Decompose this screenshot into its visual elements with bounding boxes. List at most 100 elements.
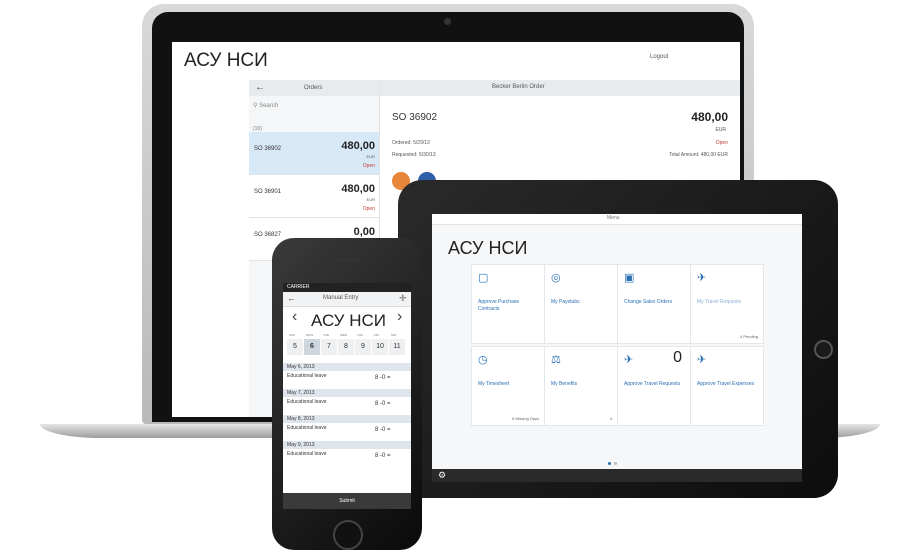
tile-my-timesheet[interactable]: ◷ My Timesheet 6 Missing Days [471,346,545,426]
tile-approve-travel-expenses[interactable]: ✈ Approve Travel Expenses [690,346,764,426]
tile-label: My Travel Requests [697,299,742,305]
entry-value: 8 -0 = [375,375,391,381]
tile-change-sales-orders[interactable]: ▣ Change Sales Orders [617,264,691,344]
phone-header: ← Manual Entry ✛ [283,292,411,307]
phone-camera [344,247,348,251]
date-cell[interactable]: 7 [321,339,337,355]
detail-currency: EUR [715,127,726,133]
tablet-app-title: АСУ НСИ [448,238,528,258]
next-week-icon[interactable]: › [397,308,402,326]
tile-label: My Benefits [551,381,578,387]
tile-label: Approve Travel Expenses [697,381,754,387]
detail-amount: 480,00 [691,110,728,124]
tile-my-travel-requests[interactable]: ✈ My Travel Requests 4 Pending [690,264,764,344]
plane-icon: ✈ [624,354,634,366]
contract-icon: ▢ [478,272,489,284]
order-id: SO 36827 [254,232,282,238]
detail-requested-date: Requested: 5/30/13 [392,152,436,158]
benefits-icon: ⚖ [551,354,561,366]
entry-date: May 9, 2013 [283,441,411,449]
entry-label: Educational leave [287,373,327,379]
tile-approve-purchase-contracts[interactable]: ▢ Approve Purchase Contracts [471,264,545,344]
order-id: SO 36901 [254,189,282,195]
detail-header: Becker Berlin Order [380,80,740,96]
logout-link[interactable]: Logout [650,54,668,60]
paystub-icon: ◎ [551,272,561,284]
search-input[interactable]: ⚲ Search [253,102,278,109]
plane-icon: ✈ [697,272,707,284]
plane-icon: ✈ [697,354,707,366]
entry-value: 8 -0 = [375,401,391,407]
order-row[interactable]: SO 36901 480,00 EUR Open [249,175,379,218]
tile-footer: 6 Missing Days [511,416,539,421]
entry-label: Educational leave [287,399,327,405]
menu-label[interactable]: Menu [607,215,620,221]
weekday: THU [357,333,364,337]
order-id: SO 36902 [254,146,282,152]
prev-week-icon[interactable]: ‹ [292,308,297,326]
tile-label: Change Sales Orders [624,299,673,305]
phone-speaker [334,258,360,262]
order-row[interactable]: SO 36902 480,00 EUR Open [249,132,379,175]
weekday: SAT [391,333,397,337]
order-status: Open [362,206,375,212]
date-cell[interactable]: 10 [372,339,388,355]
date-cell[interactable]: 5 [287,339,303,355]
time-entry[interactable]: Educational leave 8 -0 = [283,371,411,387]
orders-header: ← Orders [249,80,379,96]
weekday: MON [306,333,313,337]
date-cell-selected[interactable]: 6 [304,339,320,355]
clock-icon: ◷ [478,354,488,366]
time-entry[interactable]: Educational leave 8 -0 = [283,423,411,439]
tile-label: Approve Purchase Contracts [478,299,520,312]
back-arrow-icon[interactable]: ← [287,293,296,303]
time-entry[interactable]: Educational leave 8 -0 = [283,397,411,413]
order-amount: 480,00 [341,140,375,152]
entry-label: Educational leave [287,425,327,431]
header-title: Manual Entry [323,295,359,301]
tile-footer: 4 Pending [739,334,758,339]
entry-date: May 7, 2013 [283,389,411,397]
laptop-app-title: АСУ НСИ [184,50,268,71]
tablet-home-button[interactable] [814,340,833,359]
tablet-bottom-bar: ⚙ [432,469,802,482]
add-icon[interactable]: ✛ [399,293,407,304]
weekday: SUN [289,333,296,337]
sales-order-icon: ▣ [624,272,635,284]
search-icon: ⚲ [253,103,258,109]
entry-date: May 6, 2013 [283,363,411,371]
laptop-camera [444,18,451,25]
tile-my-paystubs[interactable]: ◎ My Paystubs [544,264,618,344]
tile-my-benefits[interactable]: ⚖ My Benefits 4 [544,346,618,426]
phone-screen: CARRIER ← Manual Entry ✛ ‹ АСУ НСИ › SUN… [283,283,411,509]
entry-value: 8 -0 = [375,453,391,459]
detail-ordered-date: Ordered: 5/29/13 [392,140,430,146]
carrier-label: CARRIER [287,284,310,290]
order-currency: EUR [366,154,375,159]
submit-button[interactable]: Submit [283,493,411,509]
date-cell[interactable]: 8 [338,339,354,355]
entry-date: May 8, 2013 [283,415,411,423]
gear-icon[interactable]: ⚙ [438,470,446,481]
phone-home-button[interactable] [333,520,363,550]
phone-app-title: АСУ НСИ [311,311,386,330]
weekday: WED [340,333,347,337]
detail-order-id: SO 36902 [392,112,438,123]
back-arrow-icon[interactable]: ← [255,82,265,93]
order-amount: 480,00 [341,183,375,195]
weekday: TUE [323,333,329,337]
orders-title: Orders [304,85,323,91]
tablet-top-bar: Menu [432,214,802,225]
detail-total-amount: Total Amount: 480,00 EUR [669,152,728,158]
order-status: Open [362,163,375,169]
tile-approve-travel-requests[interactable]: ✈ 0 Approve Travel Requests [617,346,691,426]
status-bar: CARRIER [283,283,411,292]
time-entry[interactable]: Educational leave 8 -0 = [283,449,411,465]
tile-footer: 4 [609,416,612,421]
detail-title: Becker Berlin Order [492,84,545,90]
weekday-row: SUN MON TUE WED THU FRI SAT [287,333,407,338]
search-placeholder: Search [259,103,279,109]
date-cell[interactable]: 11 [389,339,405,355]
date-cell[interactable]: 9 [355,339,371,355]
tile-label: My Timesheet [478,381,510,387]
